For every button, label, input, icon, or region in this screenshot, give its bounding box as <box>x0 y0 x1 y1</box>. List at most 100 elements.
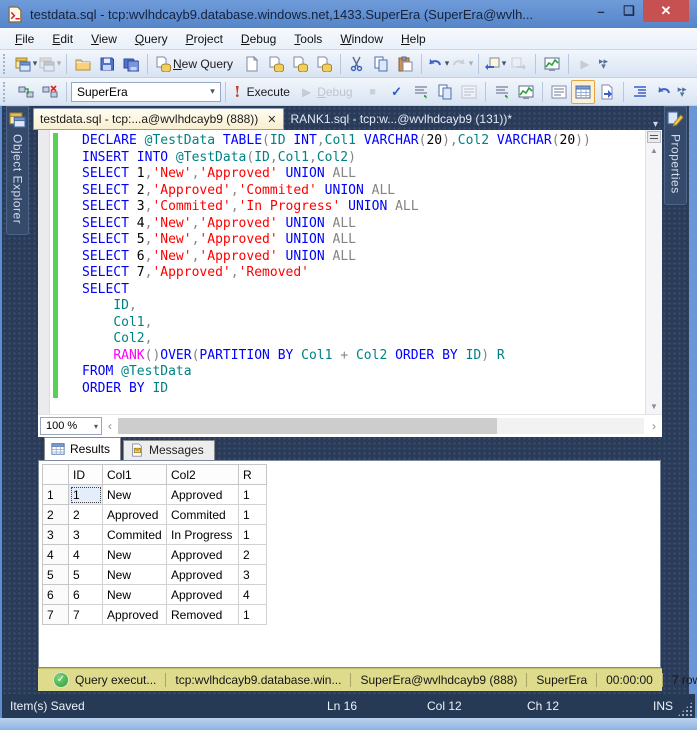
scroll-left-button[interactable]: ‹ <box>102 419 118 433</box>
grid-corner-cell[interactable] <box>43 465 69 485</box>
menu-project[interactable]: Project <box>177 29 232 49</box>
grid-column-header[interactable]: ID <box>69 465 103 485</box>
grid-cell[interactable]: Approved <box>103 605 167 625</box>
database-dropdown[interactable]: SuperEra ▾ <box>71 82 221 102</box>
new-query-button[interactable]: New Query <box>152 52 240 76</box>
grid-cell[interactable]: Commited <box>167 505 239 525</box>
grid-column-header[interactable]: Col1 <box>103 465 167 485</box>
menu-file[interactable]: File <box>6 29 43 49</box>
grid-row-number[interactable]: 2 <box>43 505 69 525</box>
results-tab-messages[interactable]: Messages <box>123 440 215 460</box>
grid-cell[interactable]: Commited <box>103 525 167 545</box>
properties-tab[interactable]: Properties <box>664 106 687 205</box>
tab-close-icon[interactable]: ✕ <box>267 113 276 126</box>
grid-row-number[interactable]: 4 <box>43 545 69 565</box>
grid-row-number[interactable]: 6 <box>43 585 69 605</box>
grid-column-header[interactable]: Col2 <box>167 465 239 485</box>
minimize-button[interactable]: – <box>587 0 615 22</box>
navigate-backward-button[interactable]: ▾ <box>483 52 507 76</box>
grid-cell[interactable]: Approved <box>167 545 239 565</box>
grid-row-number[interactable]: 1 <box>43 485 69 505</box>
menu-view[interactable]: View <box>82 29 126 49</box>
xmla-query-button[interactable] <box>312 52 336 76</box>
grid-cell[interactable]: 1 <box>69 485 103 505</box>
grid-cell[interactable]: Approved <box>103 505 167 525</box>
menu-help[interactable]: Help <box>392 29 435 49</box>
query-options-button[interactable] <box>433 80 457 104</box>
scroll-down-button[interactable]: ▼ <box>646 400 662 414</box>
grid-cell[interactable]: New <box>103 585 167 605</box>
client-statistics-button[interactable] <box>514 80 538 104</box>
grid-cell[interactable]: 1 <box>239 485 267 505</box>
save-button[interactable] <box>95 52 119 76</box>
grid-cell[interactable]: Approved <box>167 565 239 585</box>
dmx-query-button[interactable] <box>288 52 312 76</box>
new-query-window-button[interactable]: ▾ <box>14 52 38 76</box>
toolbar-grip[interactable] <box>3 54 10 74</box>
undo-button[interactable]: ▾ <box>426 52 450 76</box>
document-tab-2[interactable]: RANK1.sql - tcp:w...@wvlhdcayb9 (131))* <box>284 108 520 130</box>
menu-debug[interactable]: Debug <box>232 29 285 49</box>
grid-row-number[interactable]: 3 <box>43 525 69 545</box>
resize-grip[interactable] <box>677 701 693 717</box>
grid-cell[interactable]: Removed <box>167 605 239 625</box>
grid-cell[interactable]: 1 <box>239 525 267 545</box>
cut-button[interactable] <box>345 52 369 76</box>
display-estimated-plan-button[interactable] <box>409 80 433 104</box>
results-tab-results[interactable]: Results <box>44 437 121 460</box>
open-file-button[interactable] <box>71 52 95 76</box>
menu-window[interactable]: Window <box>331 29 392 49</box>
grid-cell[interactable]: New <box>103 565 167 585</box>
chevron-down-icon[interactable]: ▾ <box>445 58 450 69</box>
toolbar-overflow-button[interactable]: ▸▸▾ <box>599 59 608 69</box>
mdx-query-button[interactable] <box>264 52 288 76</box>
document-tab-1[interactable]: testdata.sql - tcp:...a@wvlhdcayb9 (888)… <box>33 108 284 130</box>
database-engine-query-button[interactable] <box>240 52 264 76</box>
menu-edit[interactable]: Edit <box>43 29 82 49</box>
paste-button[interactable] <box>393 52 417 76</box>
results-to-grid-button[interactable] <box>571 80 595 104</box>
toolbar-grip[interactable] <box>3 82 10 102</box>
grid-cell[interactable]: 3 <box>239 565 267 585</box>
editor-vertical-scrollbar[interactable]: ▲ ▼ <box>645 130 662 414</box>
copy-button[interactable] <box>369 52 393 76</box>
parse-button[interactable]: ✓ <box>385 80 409 104</box>
chevron-down-icon[interactable]: ▾ <box>205 86 220 97</box>
grid-cell[interactable]: 5 <box>69 565 103 585</box>
grid-cell[interactable]: 7 <box>69 605 103 625</box>
query-editor[interactable]: DECLARE @TestData TABLE(ID INT,Col1 VARC… <box>38 130 662 414</box>
grid-column-header[interactable]: R <box>239 465 267 485</box>
grid-cell[interactable]: 1 <box>239 505 267 525</box>
grid-cell[interactable]: 1 <box>239 605 267 625</box>
chevron-down-icon[interactable]: ▾ <box>33 58 38 69</box>
grid-cell[interactable]: In Progress <box>167 525 239 545</box>
grid-cell[interactable]: Approved <box>167 485 239 505</box>
uncomment-button[interactable] <box>652 80 676 104</box>
disconnect-button[interactable] <box>38 80 62 104</box>
grid-cell[interactable]: 3 <box>69 525 103 545</box>
results-to-text-button[interactable] <box>547 80 571 104</box>
split-handle[interactable] <box>647 131 661 143</box>
include-actual-plan-button[interactable] <box>490 80 514 104</box>
toolbar-overflow-button[interactable]: ▸▸▾ <box>678 87 687 97</box>
comment-button[interactable] <box>628 80 652 104</box>
menu-tools[interactable]: Tools <box>285 29 331 49</box>
code-area[interactable]: DECLARE @TestData TABLE(ID INT,Col1 VARC… <box>82 133 644 397</box>
grid-cell[interactable]: New <box>103 545 167 565</box>
close-button[interactable]: ✕ <box>643 0 689 22</box>
menu-query[interactable]: Query <box>126 29 177 49</box>
activity-monitor-button[interactable] <box>540 52 564 76</box>
chevron-down-icon[interactable]: ▾ <box>94 422 101 431</box>
grid-cell[interactable]: 4 <box>239 585 267 605</box>
tab-list-dropdown-icon[interactable]: ▾ <box>653 119 662 130</box>
horizontal-scrollbar-thumb[interactable] <box>118 418 497 434</box>
grid-row-number[interactable]: 5 <box>43 565 69 585</box>
save-all-button[interactable] <box>119 52 143 76</box>
results-grid[interactable]: IDCol1Col2R11NewApproved122ApprovedCommi… <box>42 464 267 625</box>
grid-row-number[interactable]: 7 <box>43 605 69 625</box>
grid-cell[interactable]: 6 <box>69 585 103 605</box>
grid-cell[interactable]: 4 <box>69 545 103 565</box>
scroll-up-button[interactable]: ▲ <box>646 144 662 158</box>
zoom-dropdown[interactable]: 100 % ▾ <box>40 417 102 435</box>
results-to-file-button[interactable] <box>595 80 619 104</box>
